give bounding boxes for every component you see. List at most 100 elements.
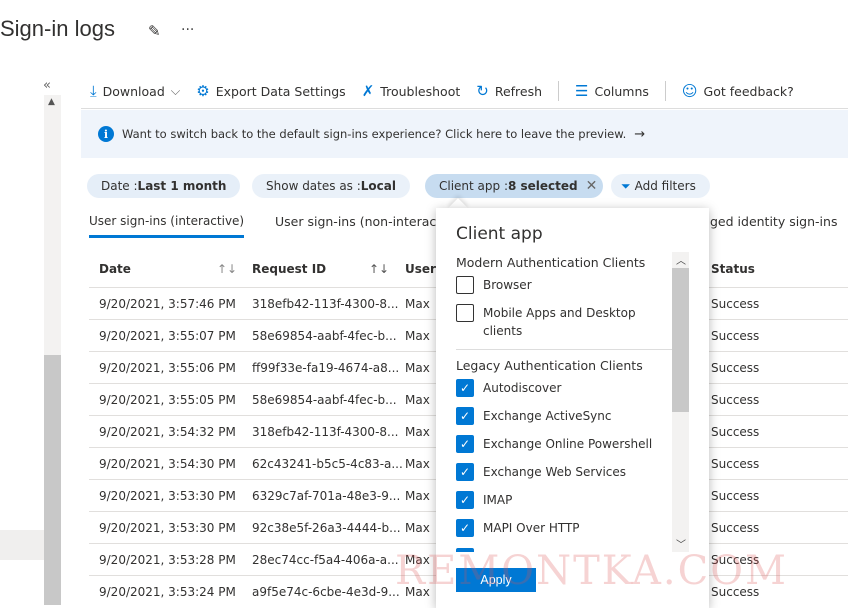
status-cell: Success [711, 457, 760, 471]
option-label: Autodiscover [483, 381, 562, 395]
divider [456, 349, 678, 350]
troubleshoot-button[interactable]: ✗ Troubleshoot [362, 82, 461, 100]
option-item[interactable]: ✓ Exchange ActiveSync [456, 407, 656, 425]
toolbar: ⤓ Download ⌵ ⚙ Export Data Settings ✗ Troubl… [90, 80, 810, 102]
date-cell: 9/20/2021, 3:54:32 PM [99, 425, 236, 439]
date-cell: 9/20/2021, 3:55:06 PM [99, 361, 236, 375]
request-id-cell: 6329c7af-701a-48e3-9... [252, 489, 401, 503]
option-item[interactable]: Mobile Apps and Desktop clients [456, 304, 656, 340]
option-item[interactable]: ✓ Exchange Online Powershell [456, 435, 656, 453]
option-item[interactable]: ✓ IMAP [456, 491, 656, 509]
date-cell: 9/20/2021, 3:53:30 PM [99, 521, 236, 535]
column-header-request-id[interactable]: Request ID [252, 262, 326, 276]
columns-label: Columns [594, 83, 649, 99]
option-label: IMAP [483, 493, 513, 507]
filter-label: Client app : [439, 179, 508, 193]
tab-managed-identity-sign-ins[interactable]: ged identity sign-ins [710, 214, 837, 229]
download-button[interactable]: ⤓ Download ⌵ [90, 82, 180, 100]
request-id-cell: a9f5e74c-6cbe-4e3d-9... [252, 585, 400, 599]
group-heading: Legacy Authentication Clients [456, 358, 643, 373]
request-id-cell: 58e69854-aabf-4fec-b... [252, 329, 397, 343]
option-label: Mobile Apps and Desktop clients [483, 306, 636, 338]
tab-user-sign-ins-interactive[interactable]: User sign-ins (interactive) [89, 214, 245, 238]
date-cell: 9/20/2021, 3:57:46 PM [99, 297, 236, 311]
checkbox[interactable] [456, 304, 474, 322]
divider [558, 81, 560, 101]
scroll-up-icon[interactable]: ▲ [48, 97, 55, 107]
checkbox[interactable]: ✓ [456, 491, 474, 509]
chevron-down-icon: ⌵ [170, 83, 181, 98]
export-data-settings-button[interactable]: ⚙ Export Data Settings [196, 82, 345, 100]
sort-icon[interactable]: ↑↓ [217, 262, 237, 276]
collapse-sidebar-icon[interactable]: « [43, 78, 51, 93]
date-cell: 9/20/2021, 3:53:30 PM [99, 489, 236, 503]
status-cell: Success [711, 361, 760, 375]
show-dates-filter-pill[interactable]: Show dates as : Local [252, 174, 410, 198]
gear-icon: ⚙ [196, 82, 210, 100]
date-cell: 9/20/2021, 3:53:28 PM [99, 553, 236, 567]
feedback-label: Got feedback? [703, 83, 794, 99]
user-cell: Max [405, 521, 430, 535]
request-id-cell: 58e69854-aabf-4fec-b... [252, 393, 397, 407]
checkbox[interactable] [456, 276, 474, 294]
feedback-button[interactable]: ☺ Got feedback? [682, 82, 794, 100]
filter-label: Date : [101, 179, 138, 193]
status-cell: Success [711, 393, 760, 407]
more-options-button[interactable]: ··· [181, 22, 194, 38]
columns-button[interactable]: ☰ Columns [575, 82, 649, 100]
refresh-label: Refresh [494, 83, 543, 99]
scroll-up-icon[interactable]: ︿ [676, 252, 686, 267]
status-cell: Success [711, 329, 760, 343]
date-cell: 9/20/2021, 3:55:05 PM [99, 393, 236, 407]
popup-title: Client app [456, 224, 543, 244]
checkbox[interactable]: ✓ [456, 407, 474, 425]
sidebar-scroll-thumb[interactable] [44, 355, 61, 605]
status-cell: Success [711, 489, 760, 503]
checkbox[interactable]: ✓ [456, 519, 474, 537]
column-header-date[interactable]: Date [99, 262, 131, 276]
checkbox[interactable]: ✓ [456, 435, 474, 453]
page-title: Sign-in logs [0, 16, 115, 41]
request-id-cell: 28ec74cc-f5a4-406a-a... [252, 553, 399, 567]
preview-banner[interactable]: i Want to switch back to the default sig… [81, 110, 848, 158]
option-label: Exchange Online Powershell [483, 437, 653, 451]
divider [664, 81, 666, 101]
banner-text[interactable]: Want to switch back to the default sign-… [122, 127, 626, 141]
status-cell: Success [711, 297, 760, 311]
status-cell: Success [711, 425, 760, 439]
date-cell: 9/20/2021, 3:54:30 PM [99, 457, 236, 471]
request-id-cell: 62c43241-b5c5-4c83-a... [252, 457, 403, 471]
arrow-right-icon[interactable]: → [634, 127, 645, 142]
filter-label: Show dates as : [266, 179, 361, 193]
add-filters-button[interactable]: ⏷ Add filters [611, 174, 710, 198]
date-cell: 9/20/2021, 3:55:07 PM [99, 329, 236, 343]
option-label: MAPI Over HTTP [483, 521, 580, 535]
column-header-user[interactable]: User [405, 262, 436, 276]
option-item[interactable]: Browser [456, 276, 656, 294]
sort-icon[interactable]: ↑↓ [369, 262, 389, 276]
pin-icon[interactable]: ✎ [148, 22, 161, 40]
download-icon: ⤓ [90, 82, 97, 100]
user-cell: Max [405, 393, 430, 407]
date-cell: 9/20/2021, 3:53:24 PM [99, 585, 236, 599]
watermark: REMONTKA.COM [395, 548, 788, 594]
option-item[interactable]: ✓ Autodiscover [456, 379, 656, 397]
tab-user-sign-ins-non-interactive[interactable]: User sign-ins (non-interac [275, 214, 436, 229]
close-icon[interactable]: ✕ [586, 178, 598, 194]
wrench-icon: ✗ [361, 82, 375, 100]
popup-scroll-thumb[interactable] [672, 268, 689, 412]
option-label: Browser [483, 278, 532, 292]
option-item[interactable]: ✓ Exchange Web Services [456, 463, 656, 481]
option-label: Exchange Web Services [483, 465, 627, 479]
date-filter-pill[interactable]: Date : Last 1 month [87, 174, 241, 198]
option-item[interactable]: ✓ MAPI Over HTTP [456, 519, 656, 537]
checkbox[interactable]: ✓ [456, 463, 474, 481]
request-id-cell: 92c38e5f-26a3-4444-b... [252, 521, 401, 535]
checkbox[interactable]: ✓ [456, 379, 474, 397]
refresh-button[interactable]: ↻ Refresh [476, 82, 542, 100]
column-header-status[interactable]: Status [711, 262, 755, 276]
export-label: Export Data Settings [215, 83, 346, 99]
user-cell: Max [405, 329, 430, 343]
request-id-cell: 318efb42-113f-4300-8... [252, 425, 399, 439]
client-app-filter-pill[interactable]: Client app : 8 selected ✕ [425, 174, 604, 198]
